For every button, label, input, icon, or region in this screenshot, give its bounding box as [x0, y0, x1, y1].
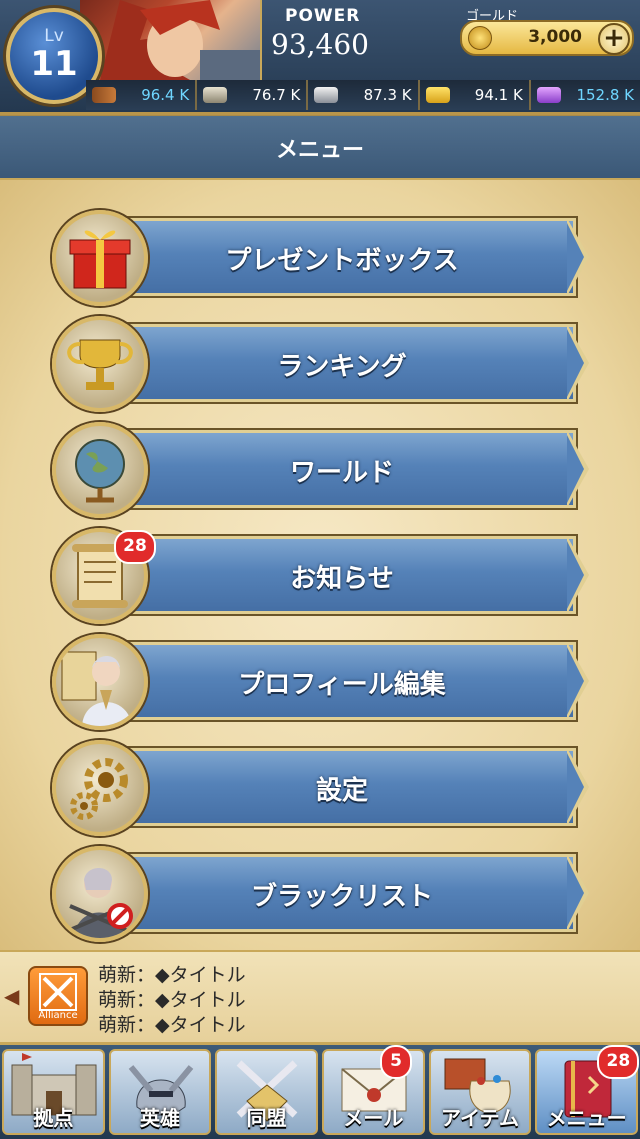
alliance-icon[interactable]: Alliance: [28, 966, 88, 1026]
alliance-news-bar: ◀ Alliance 萌新：◆タイトル 萌新：◆タイトル 萌新：◆タイトル: [0, 950, 640, 1049]
page-title: メニュー: [275, 138, 364, 163]
menu-item-world[interactable]: ワールド: [52, 420, 592, 518]
nav-item-alliance[interactable]: 同盟: [215, 1049, 319, 1135]
menu-label: プレゼントボックス: [225, 246, 459, 276]
iron-icon: [314, 87, 339, 103]
trophy-icon: [52, 316, 148, 412]
resource-iron[interactable]: 87.3 K: [308, 80, 420, 110]
gear-icon: [52, 740, 148, 836]
menu-label: 設定: [315, 776, 368, 806]
stone-icon: [203, 87, 228, 103]
notification-badge: 5: [380, 1045, 413, 1079]
menu-item-present-box[interactable]: プレゼントボックス: [52, 208, 592, 306]
resource-crystal[interactable]: 152.8 K: [530, 80, 640, 110]
screen-title-bar: メニュー: [0, 115, 640, 181]
nav-label: アイテム: [441, 1106, 520, 1130]
menu-label: ランキング: [277, 352, 407, 382]
nav-label: メニュー: [546, 1106, 627, 1130]
menu-item-notices[interactable]: お知らせ 28: [52, 526, 592, 624]
resource-value: 96.4 K: [141, 86, 190, 104]
blacklist-icon: [52, 846, 148, 942]
nav-item-heroes[interactable]: 英雄: [108, 1049, 212, 1135]
menu-item-profile-edit[interactable]: プロフィール編集: [52, 632, 592, 730]
nav-label: 同盟: [246, 1106, 287, 1130]
resource-value: 87.3 K: [363, 86, 412, 104]
gift-box-icon: [52, 210, 148, 306]
resource-value: 152.8 K: [576, 86, 635, 104]
gold-coin-icon: [468, 26, 492, 50]
nav-item-mail[interactable]: 5 メール: [322, 1045, 425, 1135]
alliance-label: Alliance: [38, 1010, 78, 1021]
resource-wood[interactable]: 96.4 K: [86, 80, 198, 110]
power-label: POWER: [285, 6, 361, 26]
notification-badge: 28: [114, 530, 156, 564]
menu-item-settings[interactable]: 設定: [52, 738, 592, 836]
player-portrait[interactable]: [80, 0, 262, 80]
resource-stone[interactable]: 76.7 K: [197, 80, 309, 110]
menu-item-ranking[interactable]: ランキング: [52, 314, 592, 412]
menu-label: プロフィール編集: [238, 670, 446, 700]
menu-label: ワールド: [289, 458, 394, 488]
top-status-bar: Lv 11 POWER 93,460 ゴールド 3,000 + 96.4 K 7…: [0, 0, 640, 115]
nav-label: 拠点: [33, 1106, 74, 1130]
power-value: 93,460: [271, 28, 369, 61]
nav-label: 英雄: [140, 1106, 180, 1130]
level-prefix: Lv: [44, 26, 64, 46]
news-line[interactable]: 萌新：◆タイトル: [98, 985, 246, 1012]
crystal-icon: [536, 87, 561, 103]
level-value: 11: [30, 44, 78, 84]
wood-icon: [92, 87, 116, 103]
chevron-left-icon[interactable]: ◀: [4, 984, 19, 1008]
gold-value: 3,000: [528, 27, 582, 47]
hero-portrait-image: [100, 0, 260, 80]
nav-item-menu[interactable]: 28 メニュー: [535, 1045, 640, 1135]
gold-display: 3,000 +: [460, 20, 634, 56]
news-line[interactable]: 萌新：◆タイトル: [98, 1010, 246, 1037]
resource-bar: 96.4 K 76.7 K 87.3 K 94.1 K 152.8 K: [86, 80, 640, 110]
add-gold-button[interactable]: +: [598, 23, 630, 55]
menu-item-blacklist[interactable]: ブラックリスト: [52, 844, 592, 942]
nav-item-base[interactable]: 拠点: [2, 1049, 105, 1135]
profile-icon: [52, 634, 148, 730]
resource-value: 94.1 K: [474, 86, 523, 104]
bottom-nav: 拠点 英雄 同盟 5 メール アイテム 28 メニュー: [0, 1042, 640, 1139]
resource-grain[interactable]: 94.1 K: [419, 80, 531, 110]
grain-icon: [425, 87, 450, 103]
news-line[interactable]: 萌新：◆タイトル: [98, 960, 246, 987]
resource-value: 76.7 K: [252, 86, 301, 104]
menu-label: お知らせ: [290, 564, 394, 594]
nav-label: メール: [343, 1106, 404, 1130]
nav-item-items[interactable]: アイテム: [428, 1049, 532, 1135]
globe-icon: [52, 422, 148, 518]
notification-badge: 28: [597, 1045, 640, 1079]
menu-label: ブラックリスト: [250, 882, 433, 912]
menu-list: プレゼントボックス ランキング ワールド お知らせ 28 プロフィール編集 設定…: [0, 180, 640, 950]
